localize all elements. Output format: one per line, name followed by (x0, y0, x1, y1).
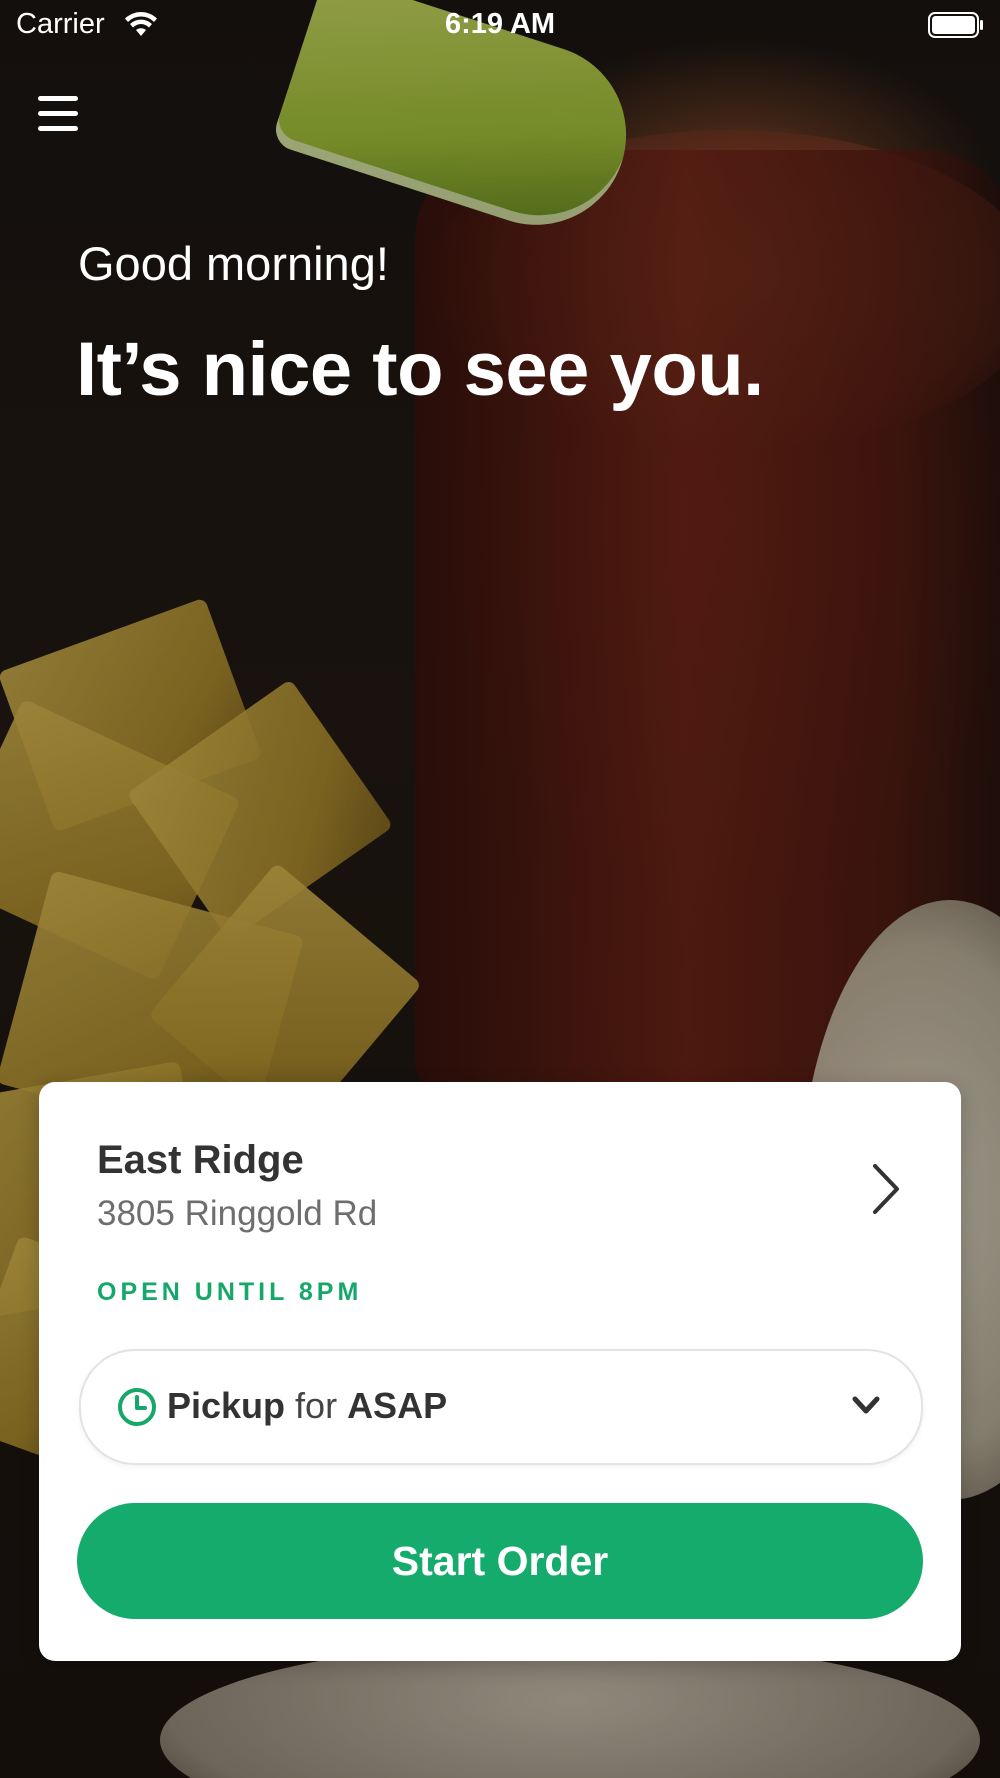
chevron-right-icon (873, 1164, 899, 1214)
menu-icon[interactable] (38, 96, 78, 132)
order-time: ASAP (347, 1385, 448, 1426)
status-time: 6:19 AM (444, 8, 556, 40)
start-order-button[interactable]: Start Order (77, 1503, 923, 1619)
status-bar: Carrier 6:19 AM (0, 0, 1000, 52)
store-address: 3805 Ringgold Rd (97, 1194, 378, 1233)
location-card: East Ridge 3805 Ringgold Rd OPEN UNTIL 8… (39, 1082, 961, 1661)
greeting-title: It’s nice to see you. (76, 327, 764, 412)
pickup-time-selector[interactable]: Pickup for ASAP (79, 1349, 923, 1465)
greeting-subtitle: Good morning! (78, 237, 389, 290)
pickup-summary: Pickup for ASAP (167, 1385, 447, 1427)
order-mode: Pickup (167, 1385, 286, 1426)
chevron-down-icon (852, 1396, 880, 1414)
store-details-link[interactable]: East Ridge 3805 Ringgold Rd (39, 1082, 961, 1233)
battery-icon (928, 12, 983, 38)
clock-icon (118, 1388, 156, 1426)
store-name: East Ridge (97, 1138, 304, 1182)
order-connector: for (295, 1385, 338, 1426)
open-status: OPEN UNTIL 8PM (97, 1278, 363, 1306)
